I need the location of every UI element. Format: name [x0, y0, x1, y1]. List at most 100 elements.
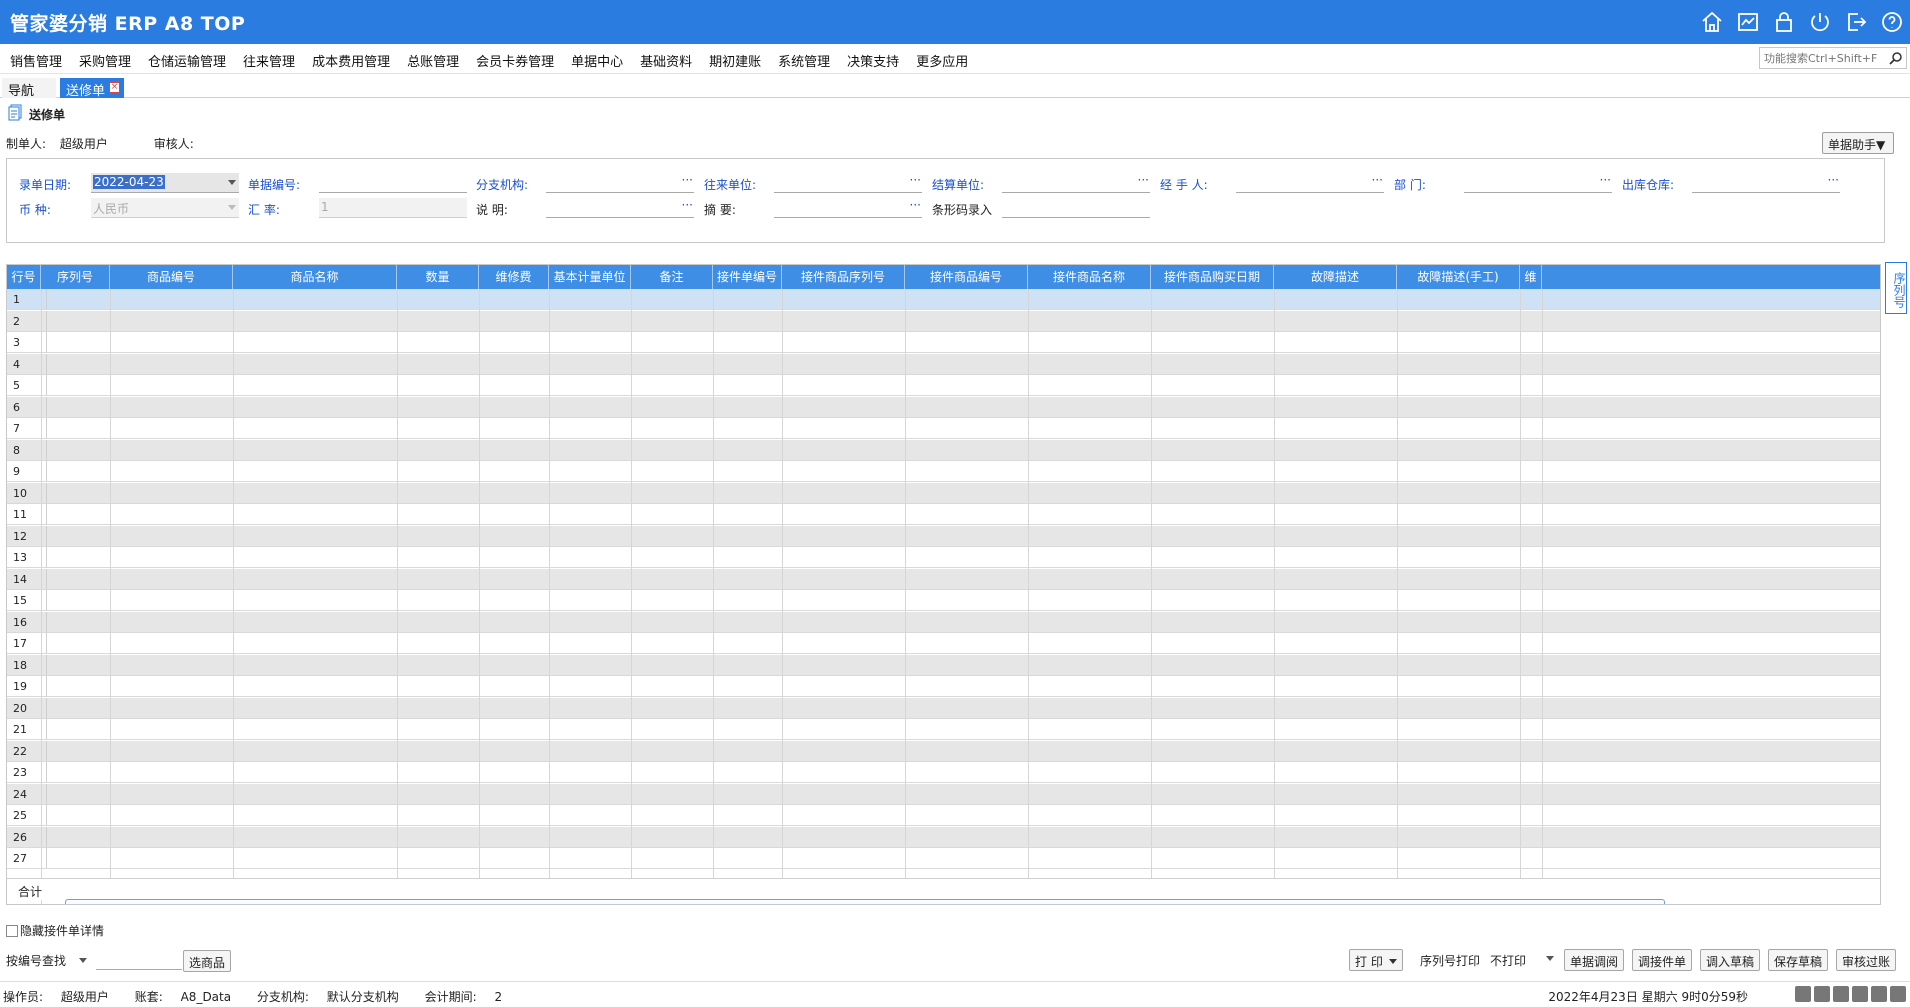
- table-row[interactable]: 10: [7, 482, 1880, 504]
- apps-icon[interactable]: [1871, 986, 1887, 1002]
- table-row[interactable]: 25: [7, 805, 1880, 826]
- message-icon[interactable]: [1795, 986, 1811, 1002]
- edit-icon[interactable]: [1833, 986, 1849, 1002]
- table-row[interactable]: 18: [7, 654, 1880, 676]
- print-button[interactable]: 打 印: [1349, 949, 1403, 971]
- home-icon[interactable]: [1700, 10, 1724, 34]
- load-draft-button[interactable]: 调入草稿: [1700, 949, 1761, 971]
- menu-item-10[interactable]: 系统管理: [778, 51, 830, 70]
- column-header-15[interactable]: 维: [1520, 265, 1542, 289]
- review-post-button[interactable]: 审核过账: [1836, 949, 1897, 971]
- currency-field[interactable]: 人民币: [91, 198, 239, 218]
- power-icon[interactable]: [1808, 10, 1832, 34]
- table-row[interactable]: 9: [7, 461, 1880, 482]
- column-header-6[interactable]: 基本计量单位: [549, 265, 631, 289]
- checkbox[interactable]: [6, 925, 18, 937]
- document-helper-button[interactable]: 单据助手▼: [1822, 132, 1894, 154]
- table-row[interactable]: 19: [7, 676, 1880, 697]
- chevron-down-icon[interactable]: [1546, 956, 1554, 961]
- notice-icon[interactable]: [1814, 986, 1830, 1002]
- column-header-2[interactable]: 商品编号: [110, 265, 233, 289]
- column-header-8[interactable]: 接件单编号: [713, 265, 782, 289]
- serial-number-side-tab[interactable]: 序列号: [1885, 262, 1907, 314]
- more-icon[interactable]: ···: [1828, 173, 1839, 187]
- function-search-input[interactable]: [1760, 48, 1884, 68]
- table-row[interactable]: 27: [7, 848, 1880, 869]
- tab-repair-order[interactable]: 送修单 ×: [60, 78, 124, 99]
- help-icon[interactable]: [1880, 10, 1904, 34]
- column-header-5[interactable]: 维修费: [479, 265, 549, 289]
- docno-field[interactable]: [319, 173, 467, 193]
- menu-item-4[interactable]: 成本费用管理: [312, 51, 390, 70]
- chevron-down-icon[interactable]: [228, 180, 236, 185]
- column-header-4[interactable]: 数量: [397, 265, 479, 289]
- menu-item-8[interactable]: 基础资料: [640, 51, 692, 70]
- table-row[interactable]: 4: [7, 353, 1880, 375]
- serial-print-select[interactable]: 不打印: [1490, 952, 1526, 969]
- column-header-1[interactable]: 序列号: [41, 265, 110, 289]
- table-row[interactable]: 8: [7, 439, 1880, 461]
- column-header-10[interactable]: 接件商品编号: [905, 265, 1028, 289]
- hide-detail-checkbox[interactable]: 隐藏接件单详情: [6, 922, 104, 939]
- table-row[interactable]: 14: [7, 568, 1880, 590]
- table-row[interactable]: 23: [7, 762, 1880, 783]
- function-search[interactable]: [1759, 47, 1907, 69]
- column-header-7[interactable]: 备注: [631, 265, 713, 289]
- more-icon[interactable]: ···: [682, 198, 693, 212]
- note-field[interactable]: ···: [546, 198, 694, 218]
- grid-icon[interactable]: [1852, 986, 1868, 1002]
- handler-field[interactable]: ···: [1236, 173, 1384, 193]
- table-row[interactable]: 15: [7, 590, 1880, 611]
- column-header-0[interactable]: 行号: [7, 265, 41, 289]
- table-row[interactable]: 2: [7, 310, 1880, 332]
- more-icon[interactable]: ···: [1372, 173, 1383, 187]
- table-row[interactable]: 20: [7, 697, 1880, 719]
- table-row[interactable]: 12: [7, 525, 1880, 547]
- exit-icon[interactable]: [1844, 10, 1868, 34]
- table-row[interactable]: 11: [7, 504, 1880, 525]
- table-row[interactable]: 22: [7, 740, 1880, 762]
- horizontal-scrollbar[interactable]: [47, 899, 1880, 904]
- column-header-14[interactable]: 故障描述(手工): [1397, 265, 1520, 289]
- menu-item-2[interactable]: 仓储运输管理: [148, 51, 226, 70]
- dept-field[interactable]: ···: [1464, 173, 1612, 193]
- goods-search-input[interactable]: [96, 950, 182, 970]
- search-icon[interactable]: [1889, 51, 1903, 65]
- column-header-11[interactable]: 接件商品名称: [1028, 265, 1151, 289]
- up-icon[interactable]: [1890, 986, 1906, 1002]
- partner-field[interactable]: ···: [774, 173, 922, 193]
- table-row[interactable]: 1: [7, 289, 1880, 310]
- table-row[interactable]: 13: [7, 547, 1880, 568]
- table-row[interactable]: 7: [7, 418, 1880, 439]
- more-icon[interactable]: ···: [910, 173, 921, 187]
- table-row[interactable]: 6: [7, 396, 1880, 418]
- lock-icon[interactable]: [1772, 10, 1796, 34]
- table-row[interactable]: 16: [7, 611, 1880, 633]
- menu-item-7[interactable]: 单据中心: [571, 51, 623, 70]
- close-icon[interactable]: ×: [109, 82, 120, 93]
- summary-field[interactable]: ···: [774, 198, 922, 218]
- menu-item-6[interactable]: 会员卡券管理: [476, 51, 554, 70]
- menu-item-5[interactable]: 总账管理: [407, 51, 459, 70]
- barcode-input[interactable]: [1002, 198, 1150, 218]
- more-icon[interactable]: ···: [910, 198, 921, 212]
- menu-item-9[interactable]: 期初建账: [709, 51, 761, 70]
- more-icon[interactable]: ···: [1600, 173, 1611, 187]
- column-header-3[interactable]: 商品名称: [233, 265, 397, 289]
- table-row[interactable]: 17: [7, 633, 1880, 654]
- call-receive-button[interactable]: 调接件单: [1632, 949, 1693, 971]
- table-row[interactable]: 26: [7, 826, 1880, 848]
- select-goods-button[interactable]: 选商品: [183, 950, 232, 972]
- table-row[interactable]: 24: [7, 783, 1880, 805]
- menu-item-11[interactable]: 决策支持: [847, 51, 899, 70]
- warehouse-field[interactable]: ···: [1692, 173, 1840, 193]
- chart-icon[interactable]: [1736, 10, 1760, 34]
- save-draft-button[interactable]: 保存草稿: [1768, 949, 1829, 971]
- menu-item-12[interactable]: 更多应用: [916, 51, 968, 70]
- date-field[interactable]: 2022-04-23: [91, 173, 239, 193]
- table-row[interactable]: 3: [7, 332, 1880, 353]
- more-icon[interactable]: ···: [1138, 173, 1149, 187]
- column-header-13[interactable]: 故障描述: [1274, 265, 1397, 289]
- tab-navigation[interactable]: 导航: [2, 78, 56, 99]
- doc-call-button[interactable]: 单据调阅: [1564, 949, 1625, 971]
